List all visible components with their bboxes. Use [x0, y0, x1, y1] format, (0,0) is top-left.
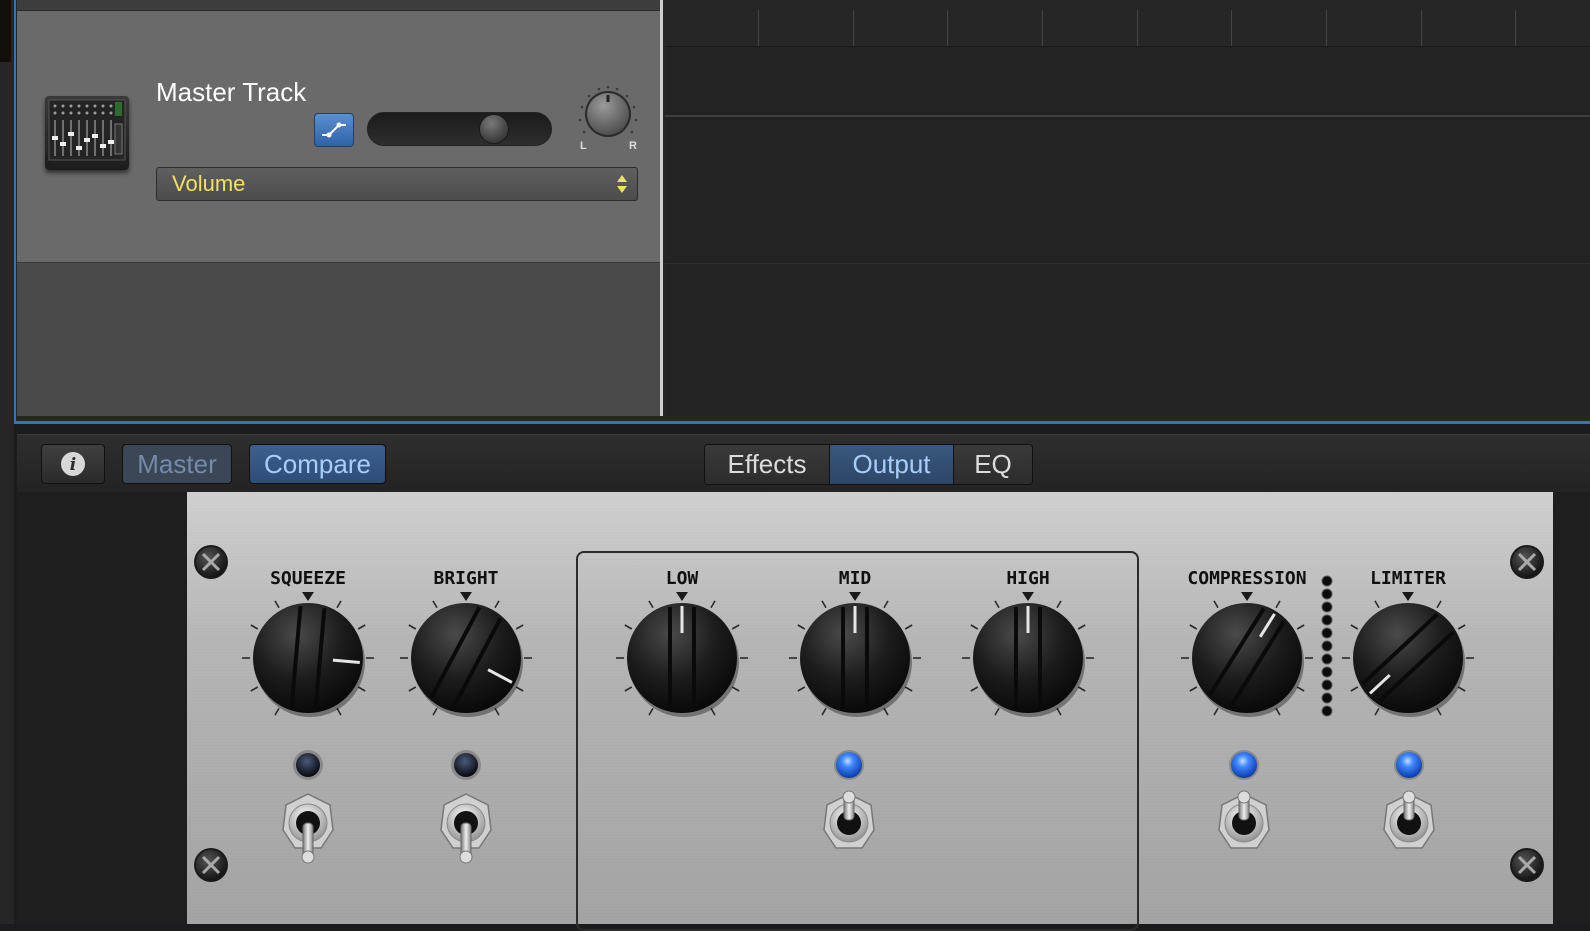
pan-left-label: L	[580, 140, 587, 152]
mid-led	[834, 750, 864, 780]
smart-controls-right-margin	[1553, 492, 1590, 924]
info-icon: i	[61, 452, 85, 476]
timeline-ruler[interactable]	[665, 0, 1590, 47]
ruler-tick	[1042, 10, 1043, 46]
limiter-toggle-switch[interactable]	[1376, 790, 1442, 866]
up-down-arrows-icon	[617, 175, 627, 193]
squeeze-toggle-switch[interactable]	[275, 790, 341, 866]
limiter-knob[interactable]	[1338, 588, 1478, 728]
ruler-tick	[1231, 10, 1232, 46]
squeeze-label: SQUEEZE	[270, 568, 346, 589]
screw-icon	[1508, 846, 1546, 884]
smart-controls-view-tabs: Effects Output EQ	[704, 444, 1033, 485]
lane-separator	[665, 115, 1590, 117]
volume-slider-thumb[interactable]	[479, 114, 509, 144]
master-button[interactable]: Master	[122, 444, 232, 484]
tab-effects[interactable]: Effects	[705, 445, 830, 484]
limiter-label: LIMITER	[1370, 568, 1446, 589]
mid-toggle-switch[interactable]	[816, 790, 882, 866]
compression-meter	[1321, 575, 1333, 717]
timeline-area[interactable]	[665, 0, 1590, 416]
track-header-top-strip	[17, 0, 660, 11]
automation-button[interactable]	[314, 113, 354, 147]
window-left-edge	[0, 0, 14, 924]
mid-label: MID	[838, 568, 872, 589]
ruler-tick	[1326, 10, 1327, 46]
mid-knob[interactable]	[785, 588, 925, 728]
ruler-tick	[1515, 10, 1516, 46]
bright-label: BRIGHT	[433, 568, 499, 589]
svg-text:i: i	[70, 455, 76, 475]
automation-curve-icon	[322, 122, 346, 138]
low-knob[interactable]	[612, 588, 752, 728]
ruler-tick	[1421, 10, 1422, 46]
bright-knob[interactable]	[396, 588, 536, 728]
track-header-divider[interactable]	[660, 0, 663, 416]
automation-parameter-value: Volume	[172, 171, 246, 196]
squeeze-knob[interactable]	[238, 588, 378, 728]
squeeze-led	[293, 750, 323, 780]
window-left-edge-top	[0, 0, 11, 62]
compression-led	[1229, 750, 1259, 780]
automation-parameter-select[interactable]: Volume	[156, 167, 638, 201]
track-name[interactable]: Master Track	[156, 77, 306, 108]
low-label: LOW	[665, 568, 699, 589]
ruler-tick	[853, 10, 854, 46]
bright-toggle-switch[interactable]	[433, 790, 499, 866]
lane-separator	[665, 263, 1590, 264]
track-headers-empty-area[interactable]	[17, 263, 660, 416]
compare-button[interactable]: Compare	[249, 444, 386, 484]
screw-icon	[192, 846, 230, 884]
volume-slider[interactable]	[367, 112, 552, 146]
tab-output[interactable]: Output	[830, 445, 954, 484]
ruler-tick	[758, 10, 759, 46]
compression-toggle-switch[interactable]	[1211, 790, 1277, 866]
smart-controls-left-margin	[17, 492, 187, 924]
limiter-led	[1394, 750, 1424, 780]
screw-icon	[1508, 543, 1546, 581]
high-label: HIGH	[1006, 568, 1050, 589]
bright-led	[451, 750, 481, 780]
compression-knob[interactable]	[1177, 588, 1317, 728]
ruler-tick	[947, 10, 948, 46]
compression-label: COMPRESSION	[1187, 568, 1307, 589]
pan-right-label: R	[629, 140, 637, 152]
mixer-icon	[45, 96, 129, 170]
info-button[interactable]: i	[41, 444, 105, 484]
tab-eq[interactable]: EQ	[954, 445, 1032, 484]
high-knob[interactable]	[958, 588, 1098, 728]
ruler-tick	[1137, 10, 1138, 46]
